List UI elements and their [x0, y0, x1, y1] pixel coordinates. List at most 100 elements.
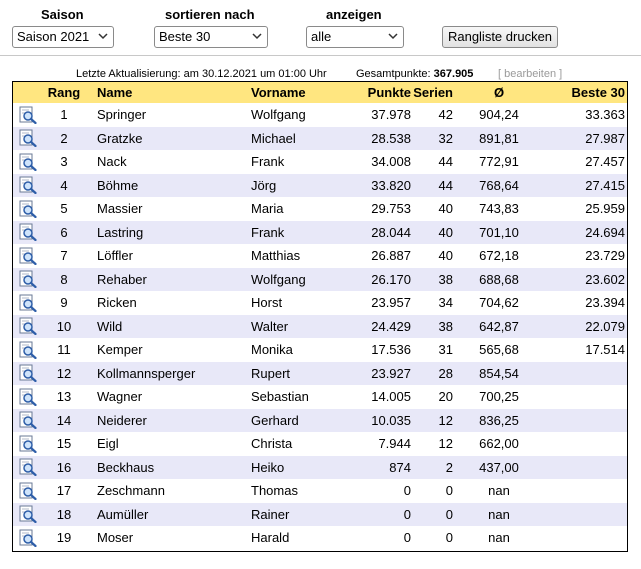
edit-link[interactable]: [ bearbeiten ] [498, 68, 562, 80]
magnifier-detail-icon[interactable] [19, 503, 39, 527]
cell-name: Ricken [97, 295, 137, 311]
sort-select-value: Beste 30 [159, 29, 211, 44]
cell-serien: 40 [438, 201, 453, 217]
cell-name: Gratzke [97, 130, 143, 146]
cell-best [543, 526, 625, 550]
cell-best: 27.987 [585, 130, 625, 146]
cell-punkte: 26.887 [371, 248, 411, 264]
header-punkte: Punkte [367, 85, 411, 100]
cell-punkte: 24.429 [371, 318, 411, 334]
cell-average: 836,25 [479, 412, 519, 428]
print-ranking-button[interactable]: Rangliste drucken [442, 26, 558, 48]
magnifier-detail-icon[interactable] [19, 385, 39, 409]
header-serien: Serien [413, 85, 453, 100]
table-row: 5 Massier Maria 29.753 40 743,83 25.959 [13, 197, 627, 221]
table-row: 16 Beckhaus Heiko 874 2 437,00 [13, 455, 627, 480]
cell-average: 688,68 [479, 271, 519, 287]
table-row: 14 Neiderer Gerhard 10.035 12 836,25 [13, 408, 627, 433]
sort-select[interactable]: Beste 30 [154, 26, 268, 48]
cell-average: nan [488, 506, 510, 522]
cell-rang: 11 [57, 342, 71, 358]
cell-name: Wagner [97, 389, 143, 405]
cell-name: Wild [97, 318, 123, 334]
cell-best: 27.457 [585, 154, 625, 170]
magnifier-detail-icon[interactable] [19, 268, 39, 292]
cell-best: 24.694 [585, 224, 625, 240]
divider [0, 55, 641, 56]
cell-average: 772,91 [479, 154, 519, 170]
cell-serien: 32 [438, 130, 453, 146]
magnifier-detail-icon[interactable] [19, 221, 39, 245]
table-row: 13 Wagner Sebastian 14.005 20 700,25 [13, 385, 627, 409]
table-row: 7 Löffler Matthias 26.887 40 672,18 23.729 [13, 244, 627, 268]
cell-punkte: 874 [389, 459, 411, 475]
magnifier-detail-icon[interactable] [19, 127, 39, 151]
show-select[interactable]: alle [306, 26, 404, 48]
cell-rang: 5 [60, 201, 68, 217]
chevron-down-icon [98, 33, 108, 40]
cell-name: Springer [97, 107, 147, 123]
magnifier-detail-icon[interactable] [19, 409, 39, 433]
cell-best: 23.602 [585, 271, 625, 287]
saison-select[interactable]: Saison 2021 [12, 26, 114, 48]
saison-select-value: Saison 2021 [17, 29, 90, 44]
chevron-down-icon [388, 33, 398, 40]
cell-name: Massier [97, 201, 143, 217]
magnifier-detail-icon[interactable] [19, 150, 39, 174]
cell-rang: 8 [60, 271, 68, 287]
cell-punkte: 14.005 [371, 389, 411, 405]
cell-average: 743,83 [479, 201, 519, 217]
cell-name: Neiderer [97, 412, 147, 428]
total-points-label: Gesamtpunkte: [356, 68, 431, 80]
cell-name: Moser [97, 530, 134, 546]
cell-rang: 17 [56, 483, 72, 499]
table-row: 11 Kemper Monika 17.536 31 565,68 17.514 [13, 338, 627, 362]
cell-name: Kemper [97, 342, 143, 358]
magnifier-detail-icon[interactable] [19, 362, 39, 386]
cell-serien: 44 [438, 154, 453, 170]
cell-rang: 9 [60, 295, 68, 311]
cell-serien: 44 [438, 177, 453, 193]
cell-serien: 0 [445, 483, 453, 499]
table-row: 15 Eigl Christa 7.944 12 662,00 [13, 432, 627, 456]
cell-best [543, 385, 625, 409]
magnifier-detail-icon[interactable] [19, 174, 39, 198]
cell-name: Aumüller [97, 506, 149, 522]
cell-average: 642,87 [479, 318, 519, 334]
magnifier-detail-icon[interactable] [19, 315, 39, 339]
cell-punkte: 28.538 [371, 130, 411, 146]
cell-rang: 15 [56, 436, 72, 452]
cell-punkte: 37.978 [371, 107, 411, 123]
magnifier-detail-icon[interactable] [19, 291, 39, 315]
magnifier-detail-icon[interactable] [19, 456, 39, 480]
magnifier-detail-icon[interactable] [19, 244, 39, 268]
cell-average: 904,24 [479, 107, 519, 123]
cell-average: 854,54 [479, 365, 519, 381]
cell-serien: 28 [438, 365, 453, 381]
cell-rang: 10 [56, 318, 72, 334]
cell-name: Beckhaus [97, 459, 155, 475]
table-row: 4 Böhme Jörg 33.820 44 768,64 27.415 [13, 173, 627, 198]
cell-serien: 42 [438, 107, 453, 123]
cell-serien: 34 [438, 295, 453, 311]
cell-rang: 19 [56, 530, 72, 546]
magnifier-detail-icon[interactable] [19, 197, 39, 221]
cell-rang: 12 [56, 365, 72, 381]
cell-average: 672,18 [479, 248, 519, 264]
cell-best: 17.514 [585, 342, 625, 358]
sort-label: sortieren nach [165, 7, 255, 22]
cell-punkte: 26.170 [371, 271, 411, 287]
magnifier-detail-icon[interactable] [19, 526, 39, 550]
cell-serien: 40 [438, 224, 453, 240]
cell-serien: 0 [445, 506, 453, 522]
table-body: 1 Springer Wolfgang 37.978 42 904,24 33.363 2 Gr… [13, 103, 627, 550]
cell-name: Rehaber [97, 271, 147, 287]
cell-name: Eigl [97, 436, 119, 452]
magnifier-detail-icon[interactable] [19, 432, 39, 456]
saison-label: Saison [41, 7, 84, 22]
magnifier-detail-icon[interactable] [19, 338, 39, 362]
magnifier-detail-icon[interactable] [19, 103, 39, 127]
last-update-text: Letzte Aktualisierung: am 30.12.2021 um … [76, 68, 327, 80]
magnifier-detail-icon[interactable] [19, 479, 39, 503]
cell-best [543, 409, 625, 433]
